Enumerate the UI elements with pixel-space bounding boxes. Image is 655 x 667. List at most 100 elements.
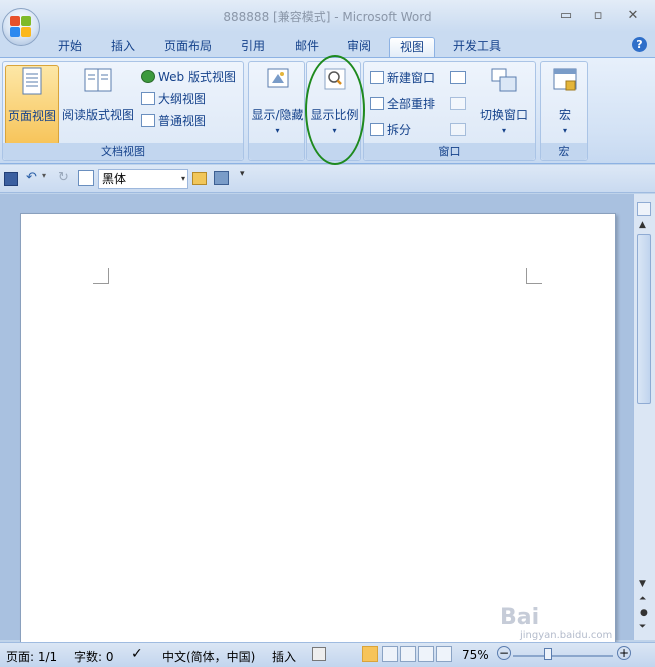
draft-icon (141, 113, 155, 127)
switch-windows-dropdown-icon: ▾ (501, 126, 506, 135)
browse-object-icon[interactable]: ● (640, 608, 648, 618)
document-page[interactable] (20, 213, 616, 653)
reading-view-icon (84, 68, 112, 92)
tab-page-layout[interactable]: 页面布局 (157, 37, 219, 58)
web-view-status-icon[interactable] (400, 646, 416, 662)
group-label-show-hide (249, 143, 304, 160)
scrollbar-thumb[interactable] (637, 234, 651, 404)
show-hide-button[interactable]: 显示/隐藏 ▾ (249, 65, 306, 135)
side-by-side-icon (450, 70, 466, 84)
zoom-slider-track[interactable] (513, 655, 613, 657)
undo-icon[interactable]: ↶ (26, 170, 37, 185)
group-window: 新建窗口 全部重排 拆分 切换窗口 ▾ 窗口 (363, 61, 536, 161)
watermark-url: jingyan.baidu.com (520, 630, 613, 641)
outline-view-label: 大纲视图 (158, 91, 207, 106)
new-window-icon (370, 70, 384, 84)
office-button[interactable] (2, 8, 40, 46)
scroll-up-icon[interactable]: ▲ (639, 220, 646, 230)
reset-window-icon (450, 122, 466, 136)
outline-view-status-icon[interactable] (418, 646, 434, 662)
arrange-all-icon (370, 96, 384, 110)
switch-windows-button[interactable]: 切换窗口 ▾ (476, 65, 532, 135)
split-button[interactable]: 拆分 (370, 120, 411, 138)
page-view-status-icon[interactable] (362, 646, 378, 662)
status-page[interactable]: 页面: 1/1 (6, 648, 57, 665)
zoom-slider-thumb[interactable] (544, 648, 552, 660)
macros-button-label: 宏 (558, 108, 571, 122)
reading-view-status-icon[interactable] (382, 646, 398, 662)
reading-view-label: 阅读版式视图 (61, 108, 134, 122)
group-label-macros: 宏 (541, 143, 587, 160)
split-label: 拆分 (387, 122, 412, 137)
open-folder-icon[interactable] (192, 172, 207, 185)
draft-view-status-icon[interactable] (436, 646, 452, 662)
status-insert-mode[interactable]: 插入 (272, 648, 296, 665)
status-zoom-level[interactable]: 75% (462, 648, 489, 662)
tab-insert[interactable]: 插入 (103, 37, 143, 58)
page-view-button[interactable]: 页面视图 (5, 65, 59, 145)
font-name-combobox[interactable]: 黑体 ▾ (98, 169, 188, 189)
next-page-icon[interactable]: ⏷ (639, 622, 646, 632)
save-all-icon[interactable] (214, 171, 229, 185)
group-document-views: 页面视图 阅读版式视图 Web 版式视图 大纲视图 普通视图 文档视图 (2, 61, 244, 161)
vertical-scrollbar[interactable]: ▲ ▼ ⏶ ● ⏷ (633, 194, 655, 640)
switch-windows-label: 切换窗口 (479, 108, 528, 122)
customize-qat-icon[interactable]: ▾ (240, 169, 245, 179)
spelling-check-icon[interactable]: ✓ (131, 646, 143, 662)
status-language[interactable]: 中文(简体，中国) (162, 648, 255, 665)
switch-windows-icon (491, 68, 517, 92)
print-preview-icon[interactable] (78, 170, 94, 186)
show-hide-label: 显示/隐藏 (251, 108, 304, 122)
margin-corner-left (93, 268, 109, 284)
previous-page-icon[interactable]: ⏶ (639, 594, 646, 604)
tab-references[interactable]: 引用 (233, 37, 273, 58)
minimize-button[interactable]: ▭ (556, 9, 576, 23)
redo-icon[interactable]: ↻ (58, 170, 69, 185)
macros-dropdown-icon: ▾ (562, 126, 567, 135)
draft-view-label: 普通视图 (158, 113, 207, 128)
group-show-hide: 显示/隐藏 ▾ (248, 61, 305, 161)
arrange-all-label: 全部重排 (387, 96, 436, 111)
macro-record-icon[interactable] (312, 647, 326, 661)
synchronous-scrolling-button[interactable] (450, 94, 466, 112)
scroll-down-icon[interactable]: ▼ (639, 579, 646, 589)
tab-home[interactable]: 开始 (50, 37, 90, 58)
new-window-label: 新建窗口 (387, 70, 436, 85)
reading-view-button[interactable]: 阅读版式视图 (61, 65, 135, 123)
sync-scroll-icon (450, 96, 466, 110)
macros-button[interactable]: 宏 ▾ (541, 65, 589, 135)
help-icon[interactable]: ? (632, 37, 647, 52)
zoom-out-icon[interactable]: − (497, 646, 511, 660)
reset-window-position-button[interactable] (450, 120, 466, 138)
zoom-in-icon[interactable]: + (617, 646, 631, 660)
office-logo-icon (10, 16, 32, 38)
group-label-window: 窗口 (364, 143, 535, 160)
status-bar: 页面: 1/1 字数: 0 ✓ 中文(简体，中国) 插入 75% − + (0, 642, 655, 667)
tab-developer[interactable]: 开发工具 (446, 37, 508, 58)
split-icon (370, 122, 384, 136)
title-bar: 888888 [兼容模式] - Microsoft Word ▭ ▫ ✕ (0, 0, 655, 32)
outline-view-button[interactable]: 大纲视图 (141, 89, 206, 107)
tab-view[interactable]: 视图 (389, 37, 435, 58)
web-view-label: Web 版式视图 (158, 69, 236, 84)
tab-mailings[interactable]: 邮件 (287, 37, 327, 58)
web-view-button[interactable]: Web 版式视图 (141, 67, 236, 85)
arrange-all-button[interactable]: 全部重排 (370, 94, 435, 112)
ruler-toggle-icon[interactable] (637, 202, 651, 216)
status-word-count[interactable]: 字数: 0 (74, 648, 114, 665)
outline-icon (141, 91, 155, 105)
show-hide-dropdown-icon: ▾ (275, 126, 280, 135)
undo-dropdown-icon[interactable]: ▾ (42, 171, 46, 180)
new-window-button[interactable]: 新建窗口 (370, 68, 435, 86)
restore-button[interactable]: ▫ (588, 9, 608, 23)
tab-review[interactable]: 审阅 (339, 37, 379, 58)
draft-view-button[interactable]: 普通视图 (141, 111, 206, 129)
close-button[interactable]: ✕ (623, 9, 643, 23)
ribbon-tabs: 开始 插入 页面布局 引用 邮件 审阅 视图 开发工具 (0, 32, 655, 58)
view-side-by-side-button[interactable] (450, 68, 466, 86)
web-globe-icon (141, 69, 155, 83)
save-icon[interactable] (4, 172, 18, 186)
watermark-logo: Bai (500, 605, 540, 630)
group-label-document-views: 文档视图 (3, 143, 243, 160)
font-dropdown-icon[interactable]: ▾ (181, 170, 185, 188)
